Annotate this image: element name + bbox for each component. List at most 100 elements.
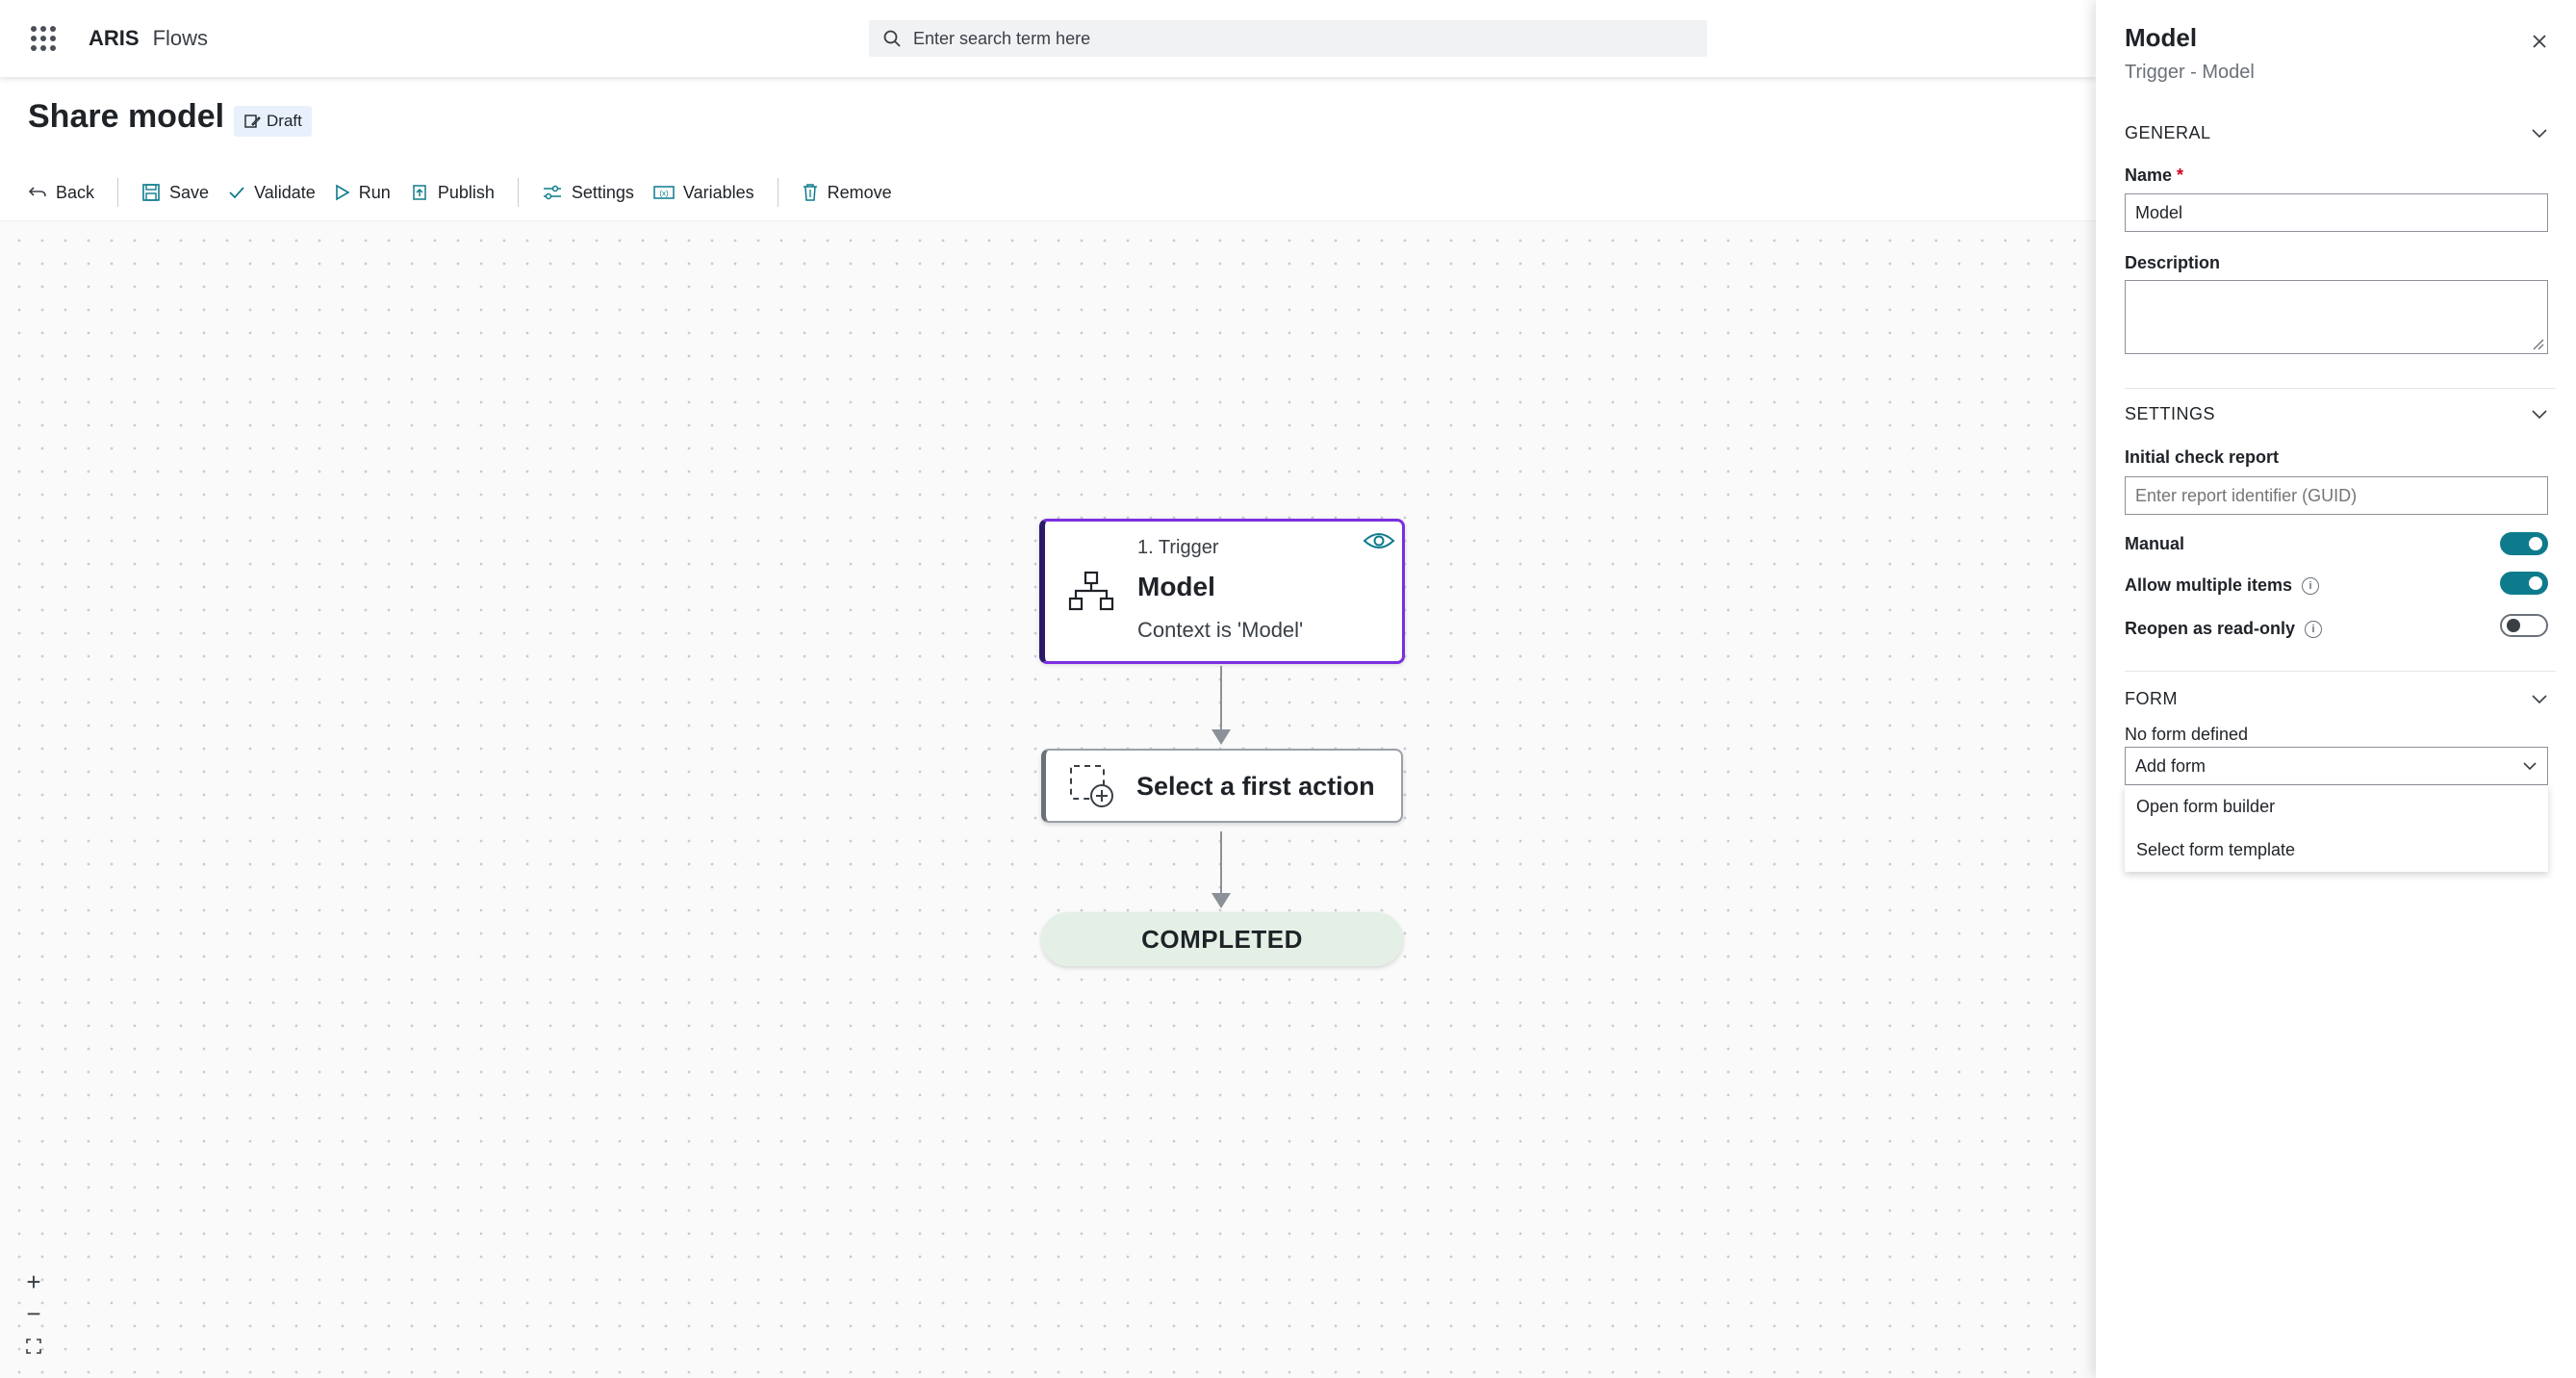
menu-item-open-form-builder[interactable]: Open form builder (2125, 785, 2548, 829)
info-icon[interactable]: i (2305, 621, 2323, 639)
hierarchy-icon (1068, 571, 1114, 611)
variables-button[interactable]: (x) Variables (653, 183, 754, 203)
chevron-down-icon (2523, 762, 2537, 771)
validate-label: Validate (254, 182, 316, 202)
chevron-down-icon (2532, 409, 2547, 419)
zoom-in-button[interactable]: + (17, 1267, 50, 1296)
remove-button[interactable]: Remove (802, 183, 892, 203)
sliders-icon (543, 185, 561, 200)
form-heading: FORM (2125, 689, 2178, 708)
allow-multiple-text: Allow multiple items (2125, 575, 2293, 595)
trigger-context: Context is 'Model' (1137, 618, 1304, 642)
flow-canvas[interactable] (0, 77, 2096, 1378)
settings-label: Settings (571, 182, 634, 202)
form-status-text: No form defined (2125, 725, 2249, 744)
chevron-down-icon (2532, 694, 2547, 703)
add-form-select[interactable]: Add form (2125, 747, 2548, 785)
name-input-value: Model (2135, 202, 2183, 222)
name-input[interactable]: Model (2125, 193, 2548, 232)
close-panel-button[interactable] (2525, 27, 2554, 56)
brand-name: ARIS (89, 26, 140, 50)
manual-toggle[interactable] (2500, 532, 2548, 555)
connector-line (1220, 666, 1222, 731)
search-input[interactable]: Enter search term here (869, 20, 1707, 57)
run-button[interactable]: Run (335, 183, 391, 203)
remove-label: Remove (827, 182, 892, 202)
status-badge: Draft (234, 106, 312, 137)
back-label: Back (56, 182, 95, 202)
toolbar: Back Save Validate Run Publish Settings … (28, 177, 911, 208)
settings-button[interactable]: Settings (542, 183, 634, 203)
status-badge-label: Draft (267, 112, 302, 130)
back-button[interactable]: Back (28, 183, 94, 203)
search-icon (883, 30, 901, 47)
variables-label: Variables (682, 182, 754, 202)
form-section-header[interactable]: FORM (2125, 689, 2548, 709)
panel-subtitle: Trigger - Model (2125, 62, 2255, 83)
add-action-icon (1070, 765, 1113, 807)
trash-icon (803, 184, 817, 201)
connector-arrow (1211, 729, 1231, 745)
connector-line (1220, 831, 1222, 895)
play-icon (335, 184, 350, 201)
draft-edit-icon (244, 115, 261, 128)
general-heading: GENERAL (2125, 123, 2211, 142)
add-form-value: Add form (2135, 755, 2206, 776)
variables-icon: (x) (653, 186, 675, 199)
toolbar-divider (117, 178, 119, 207)
top-bar: ARIS Flows Enter search term here (0, 0, 2096, 77)
name-label-text: Name (2125, 166, 2173, 185)
properties-panel: Model Trigger - Model GENERAL Name * Mod… (2096, 0, 2576, 1378)
required-mark: * (2177, 166, 2184, 185)
select-action-label: Select a first action (1136, 772, 1375, 801)
publish-label: Publish (437, 182, 495, 202)
toolbar-divider (517, 178, 519, 207)
page-header: Share model Draft Back Save Validate Run… (0, 77, 2096, 221)
manual-label: Manual (2125, 534, 2185, 553)
product-name: Flows (152, 26, 209, 50)
settings-section-header[interactable]: SETTINGS (2125, 404, 2548, 424)
resize-handle-icon[interactable] (2531, 337, 2544, 350)
select-action-node[interactable]: Select a first action (1041, 749, 1403, 823)
checkmark-icon (229, 187, 244, 199)
publish-icon (413, 185, 426, 200)
chevron-down-icon (2532, 128, 2547, 138)
validate-button[interactable]: Validate (228, 183, 316, 203)
reopen-readonly-toggle[interactable] (2500, 614, 2548, 637)
settings-heading: SETTINGS (2125, 404, 2216, 423)
section-divider (2125, 388, 2556, 389)
trigger-name: Model (1137, 572, 1215, 601)
save-icon (142, 184, 160, 201)
back-arrow-icon (28, 187, 46, 197)
completed-node[interactable]: COMPLETED (1041, 912, 1403, 966)
check-report-label: Initial check report (2125, 447, 2280, 467)
run-label: Run (358, 182, 391, 202)
menu-item-select-form-template[interactable]: Select form template (2125, 829, 2548, 872)
general-section-header[interactable]: GENERAL (2125, 123, 2548, 143)
allow-multiple-toggle[interactable] (2500, 572, 2548, 595)
reopen-readonly-text: Reopen as read-only (2125, 619, 2296, 638)
name-field-label: Name * (2125, 166, 2183, 186)
fit-screen-button[interactable] (17, 1332, 50, 1361)
trigger-node[interactable]: 1. Trigger Model Context is 'Model' (1039, 519, 1405, 664)
svg-text:(x): (x) (659, 190, 669, 198)
description-label: Description (2125, 253, 2221, 272)
info-icon[interactable]: i (2302, 577, 2320, 596)
description-textarea[interactable] (2125, 280, 2548, 354)
section-divider (2125, 671, 2556, 672)
add-form-dropdown-menu: Open form builder Select form template (2125, 785, 2548, 872)
panel-title: Model (2125, 23, 2198, 52)
save-button[interactable]: Save (141, 183, 209, 203)
trigger-step-label: 1. Trigger (1137, 537, 1219, 558)
page-title: Share model (28, 98, 225, 135)
save-label: Save (169, 182, 210, 202)
app-launcher-icon[interactable] (31, 26, 56, 51)
close-icon (2533, 35, 2546, 48)
search-placeholder: Enter search term here (913, 28, 1091, 48)
connector-arrow (1211, 893, 1231, 908)
check-report-input[interactable] (2125, 476, 2548, 515)
fit-screen-icon (26, 1339, 41, 1354)
zoom-out-button[interactable]: − (17, 1299, 50, 1328)
eye-icon[interactable] (1363, 529, 1395, 552)
publish-button[interactable]: Publish (410, 183, 495, 203)
